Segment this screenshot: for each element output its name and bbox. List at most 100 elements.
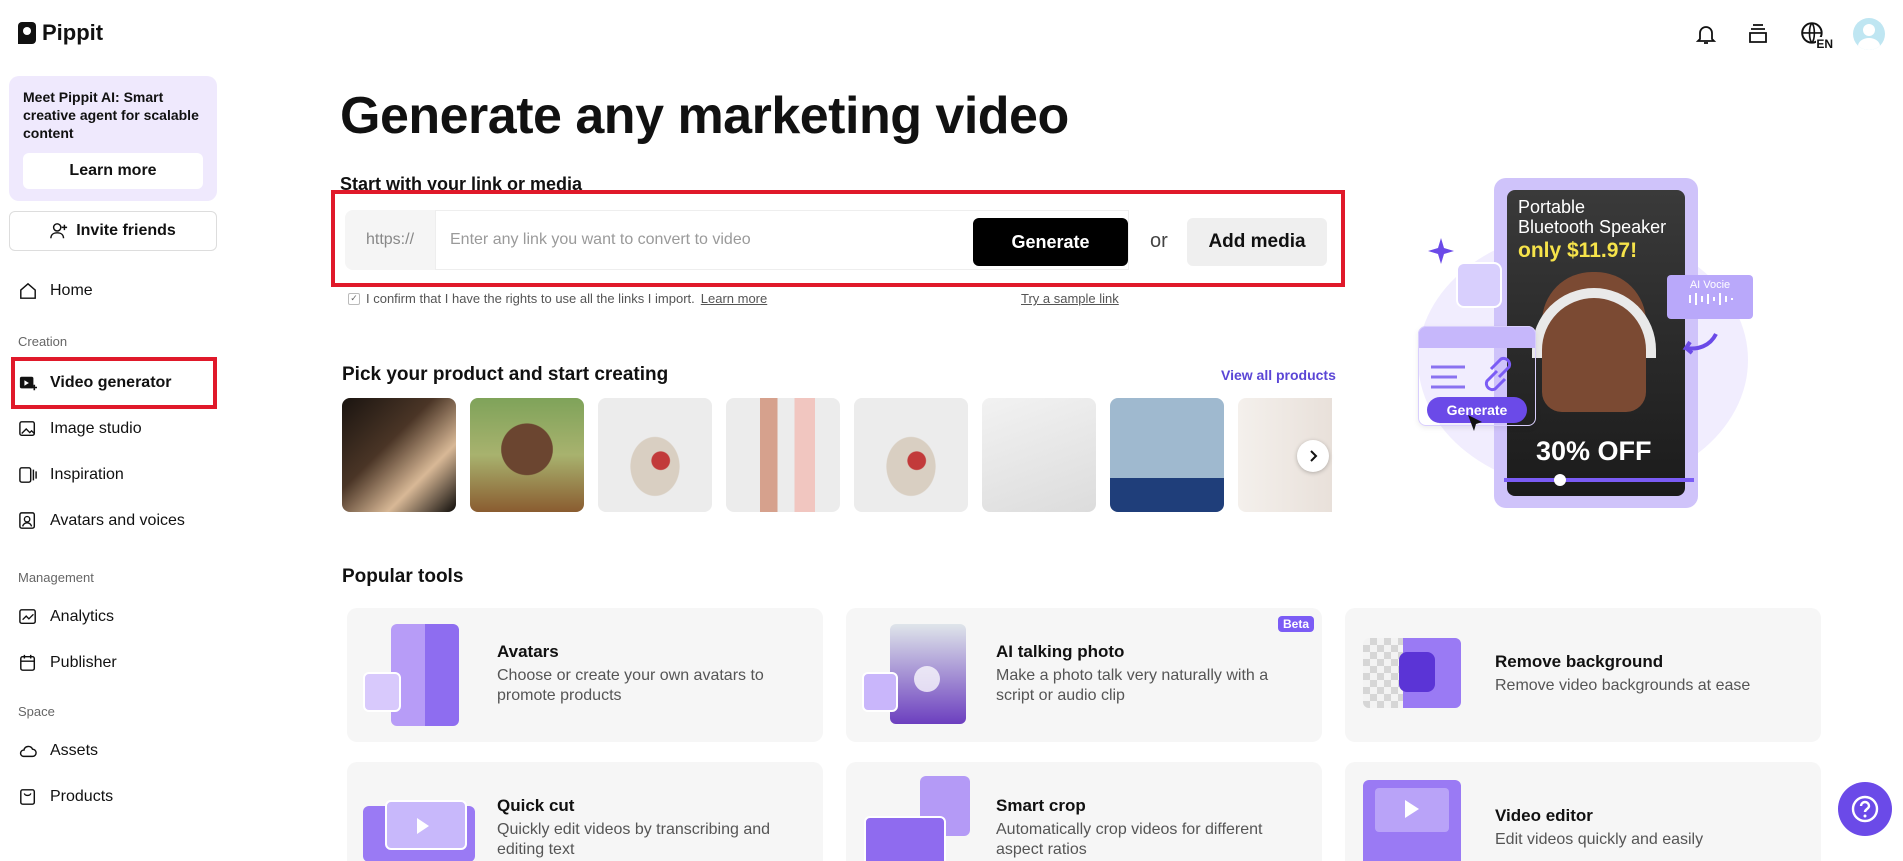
hero-progress-handle: [1554, 474, 1566, 486]
tool-name: Remove background: [1495, 652, 1664, 671]
hero-voice-badge: AI Vocie: [1667, 275, 1753, 319]
confirm-text: I confirm that I have the rights to use …: [366, 291, 695, 306]
page-title: Generate any marketing video: [340, 87, 1069, 145]
language-button[interactable]: EN: [1795, 19, 1833, 51]
language-code: EN: [1816, 37, 1833, 51]
user-avatar[interactable]: [1853, 18, 1885, 50]
product-thumbnail[interactable]: [1110, 398, 1224, 512]
product-thumbnail[interactable]: [598, 398, 712, 512]
hero-text-line2: Bluetooth Speaker: [1518, 217, 1667, 237]
sidebar-item-label: Assets: [50, 742, 99, 759]
tool-description: Remove video backgrounds at ease: [1495, 677, 1751, 694]
subscription-button[interactable]: [1743, 19, 1773, 49]
hero-price: only $11.97!: [1518, 239, 1638, 262]
hero-headphone-badge: [1456, 262, 1502, 308]
tool-card-quick-cut[interactable]: Quick cut Quickly edit videos by transcr…: [347, 762, 823, 861]
tool-name: Avatars: [497, 642, 559, 661]
avatars-tool-icon: [361, 622, 471, 726]
sidebar-item-video-generator[interactable]: Video generator: [18, 368, 172, 398]
product-section-title: Pick your product and start creating: [342, 364, 669, 385]
sidebar-item-label: Publisher: [50, 654, 117, 671]
sparkle-icon: [1428, 238, 1454, 264]
sidebar-item-products[interactable]: Products: [18, 782, 113, 812]
confirm-checkbox[interactable]: ✓: [348, 292, 360, 305]
sidebar-item-image-studio[interactable]: Image studio: [18, 414, 142, 444]
tool-description: Choose or create your own avatars to pro…: [497, 667, 764, 704]
tool-name: Quick cut: [497, 796, 575, 815]
section-management: Management: [18, 570, 94, 585]
calendar-icon: [18, 653, 38, 673]
sidebar-item-avatars-voices[interactable]: Avatars and voices: [18, 506, 185, 536]
product-thumbnail[interactable]: [982, 398, 1096, 512]
tool-name: AI talking photo: [996, 642, 1125, 661]
tool-card-avatars[interactable]: Avatars Choose or create your own avatar…: [347, 608, 823, 742]
cursor-icon: [1468, 415, 1482, 431]
sidebar-item-analytics[interactable]: Analytics: [18, 602, 114, 632]
sidebar: Pippit Meet Pippit AI: Smart creative ag…: [0, 0, 230, 861]
remove-background-tool-icon: [1359, 622, 1469, 726]
help-button[interactable]: [1838, 782, 1892, 836]
learn-more-button[interactable]: Learn more: [23, 153, 203, 189]
image-studio-icon: [18, 419, 38, 439]
tool-name: Video editor: [1495, 806, 1593, 825]
video-generator-icon: [18, 373, 38, 393]
notification-button[interactable]: [1691, 19, 1721, 49]
view-all-products-link[interactable]: View all products: [1221, 367, 1336, 383]
product-thumbnail[interactable]: [342, 398, 456, 512]
bell-icon: [1695, 26, 1717, 44]
tool-description: Edit videos quickly and easily: [1495, 831, 1704, 848]
video-editor-tool-icon: [1359, 776, 1469, 861]
quick-cut-tool-icon: [361, 776, 475, 861]
arrow-icon: [1682, 332, 1718, 355]
inspiration-icon: [18, 465, 38, 485]
section-creation: Creation: [18, 334, 68, 349]
logo-text: Pippit: [42, 20, 104, 45]
carousel-next-button[interactable]: [1297, 440, 1329, 472]
product-carousel: [342, 398, 1332, 512]
invite-friends-label: Invite friends: [76, 222, 176, 239]
input-highlight: [331, 190, 1345, 287]
hero-progress-bar: [1504, 478, 1694, 482]
sidebar-item-label: Video generator: [50, 374, 172, 391]
sidebar-item-assets[interactable]: Assets: [18, 736, 98, 766]
promo-card: Meet Pippit AI: Smart creative agent for…: [9, 76, 217, 201]
sidebar-item-label: Image studio: [50, 420, 142, 437]
tool-card-ai-talking-photo[interactable]: AI talking photo Make a photo talk very …: [846, 608, 1322, 742]
sidebar-item-home[interactable]: Home: [18, 276, 93, 306]
pippit-logo[interactable]: Pippit: [18, 20, 103, 46]
talking-photo-tool-icon: [860, 622, 970, 726]
analytics-icon: [18, 607, 38, 627]
header-actions: EN: [1691, 18, 1885, 51]
promo-text: Meet Pippit AI: Smart creative agent for…: [23, 89, 199, 141]
product-thumbnail[interactable]: [726, 398, 840, 512]
beta-badge: Beta: [1277, 616, 1314, 632]
stack-icon: [1749, 24, 1767, 43]
tool-description: Automatically crop videos for different …: [996, 821, 1263, 858]
sidebar-item-label: Products: [50, 788, 114, 805]
chevron-right-icon: [1310, 450, 1318, 462]
home-icon: [18, 281, 38, 301]
tool-card-smart-crop[interactable]: Smart crop Automatically crop videos for…: [846, 762, 1322, 861]
smart-crop-tool-icon: [860, 776, 970, 861]
hero-discount: 30% OFF: [1536, 436, 1652, 466]
sidebar-item-publisher[interactable]: Publisher: [18, 648, 117, 678]
pippit-logo-icon: [18, 22, 36, 44]
product-thumbnail[interactable]: [854, 398, 968, 512]
tool-description: Make a photo talk very naturally with a …: [996, 667, 1269, 704]
sidebar-item-label: Inspiration: [50, 466, 124, 483]
confirm-learn-more-link[interactable]: Learn more: [701, 291, 767, 306]
product-thumbnail[interactable]: [470, 398, 584, 512]
sidebar-item-label: Analytics: [50, 608, 115, 625]
tool-name: Smart crop: [996, 796, 1086, 815]
tool-card-video-editor[interactable]: Video editor Edit videos quickly and eas…: [1345, 762, 1821, 861]
sidebar-item-inspiration[interactable]: Inspiration: [18, 460, 124, 490]
tool-card-remove-background[interactable]: Remove background Remove video backgroun…: [1345, 608, 1821, 742]
avatar-icon: [18, 511, 38, 531]
sidebar-item-label: Home: [50, 282, 93, 299]
section-space: Space: [18, 704, 55, 719]
invite-friends-button[interactable]: Invite friends: [9, 211, 217, 251]
rights-confirmation: ✓ I confirm that I have the rights to us…: [348, 291, 767, 306]
sample-link[interactable]: Try a sample link: [1021, 291, 1119, 306]
popular-tools-title: Popular tools: [342, 566, 464, 587]
waveform-icon: [1689, 293, 1733, 305]
